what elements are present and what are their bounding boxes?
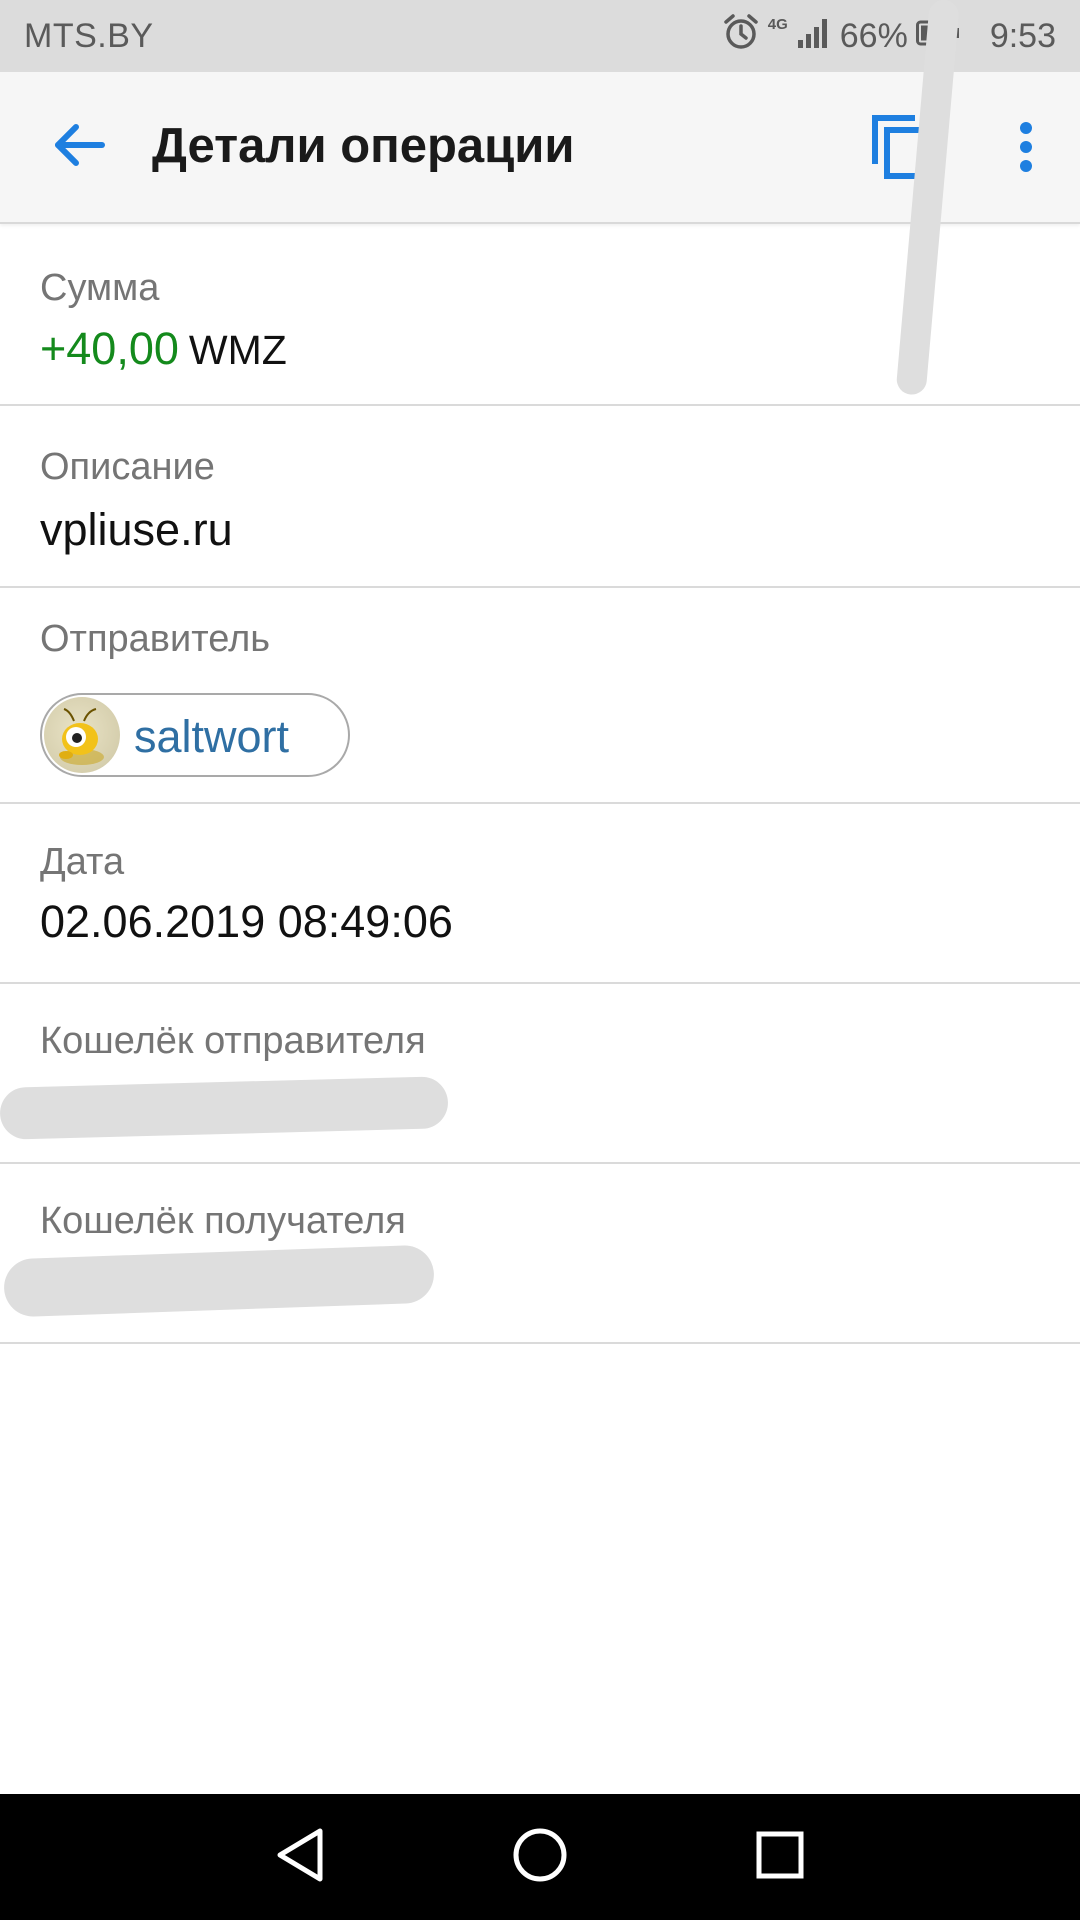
nav-recents-button[interactable] <box>750 1827 810 1887</box>
date-row: Дата 02.06.2019 08:49:06 <box>0 804 1080 984</box>
more-options-button[interactable] <box>1000 110 1052 188</box>
nav-home-icon <box>512 1827 568 1888</box>
battery-percent: 66% <box>839 16 908 55</box>
date-label: Дата <box>40 841 125 883</box>
sender-wallet-label: Кошелёк отправителя <box>40 1020 426 1062</box>
recipient-wallet-row: Кошелёк получателя <box>0 1164 1080 1344</box>
description-row: Описание vpliuse.ru <box>0 406 1080 588</box>
recipient-wallet-redaction <box>3 1244 435 1318</box>
avatar <box>44 697 120 773</box>
nav-recents-icon <box>755 1830 805 1885</box>
arrow-back-icon <box>50 121 106 174</box>
clock: 9:53 <box>989 16 1056 55</box>
amount-number: +40,00 <box>40 323 179 374</box>
nav-back-icon <box>274 1827 326 1888</box>
sender-label: Отправитель <box>40 618 271 660</box>
amount-value: +40,00 WMZ <box>40 323 287 375</box>
more-vert-icon <box>1019 121 1033 178</box>
nav-back-button[interactable] <box>270 1827 330 1887</box>
sender-wallet-redaction <box>0 1076 449 1140</box>
network-type-label: 4G <box>767 16 788 33</box>
sender-name: saltwort <box>134 711 290 762</box>
back-button[interactable] <box>38 112 118 182</box>
nav-home-button[interactable] <box>510 1827 570 1887</box>
alarm-icon <box>722 13 760 60</box>
status-bar: MTS.BY 4G 66% 9:53 <box>0 0 1080 72</box>
status-icons: 4G 66% 9:53 <box>714 13 1056 60</box>
amount-currency: WMZ <box>188 327 287 373</box>
description-label: Описание <box>40 446 215 488</box>
page-title: Детали операции <box>152 119 575 173</box>
navigation-bar <box>0 1794 1080 1920</box>
sender-chip[interactable]: saltwort <box>40 693 350 777</box>
description-value: vpliuse.ru <box>40 504 233 555</box>
sender-wallet-row: Кошелёк отправителя <box>0 984 1080 1164</box>
screen: MTS.BY 4G 66% 9:53 Детали операции Сумма… <box>0 0 1080 1920</box>
amount-label: Сумма <box>40 267 160 309</box>
carrier-label: MTS.BY <box>24 17 154 55</box>
signal-icon <box>796 14 832 59</box>
date-value: 02.06.2019 08:49:06 <box>40 896 453 947</box>
recipient-wallet-label: Кошелёк получателя <box>40 1200 406 1242</box>
